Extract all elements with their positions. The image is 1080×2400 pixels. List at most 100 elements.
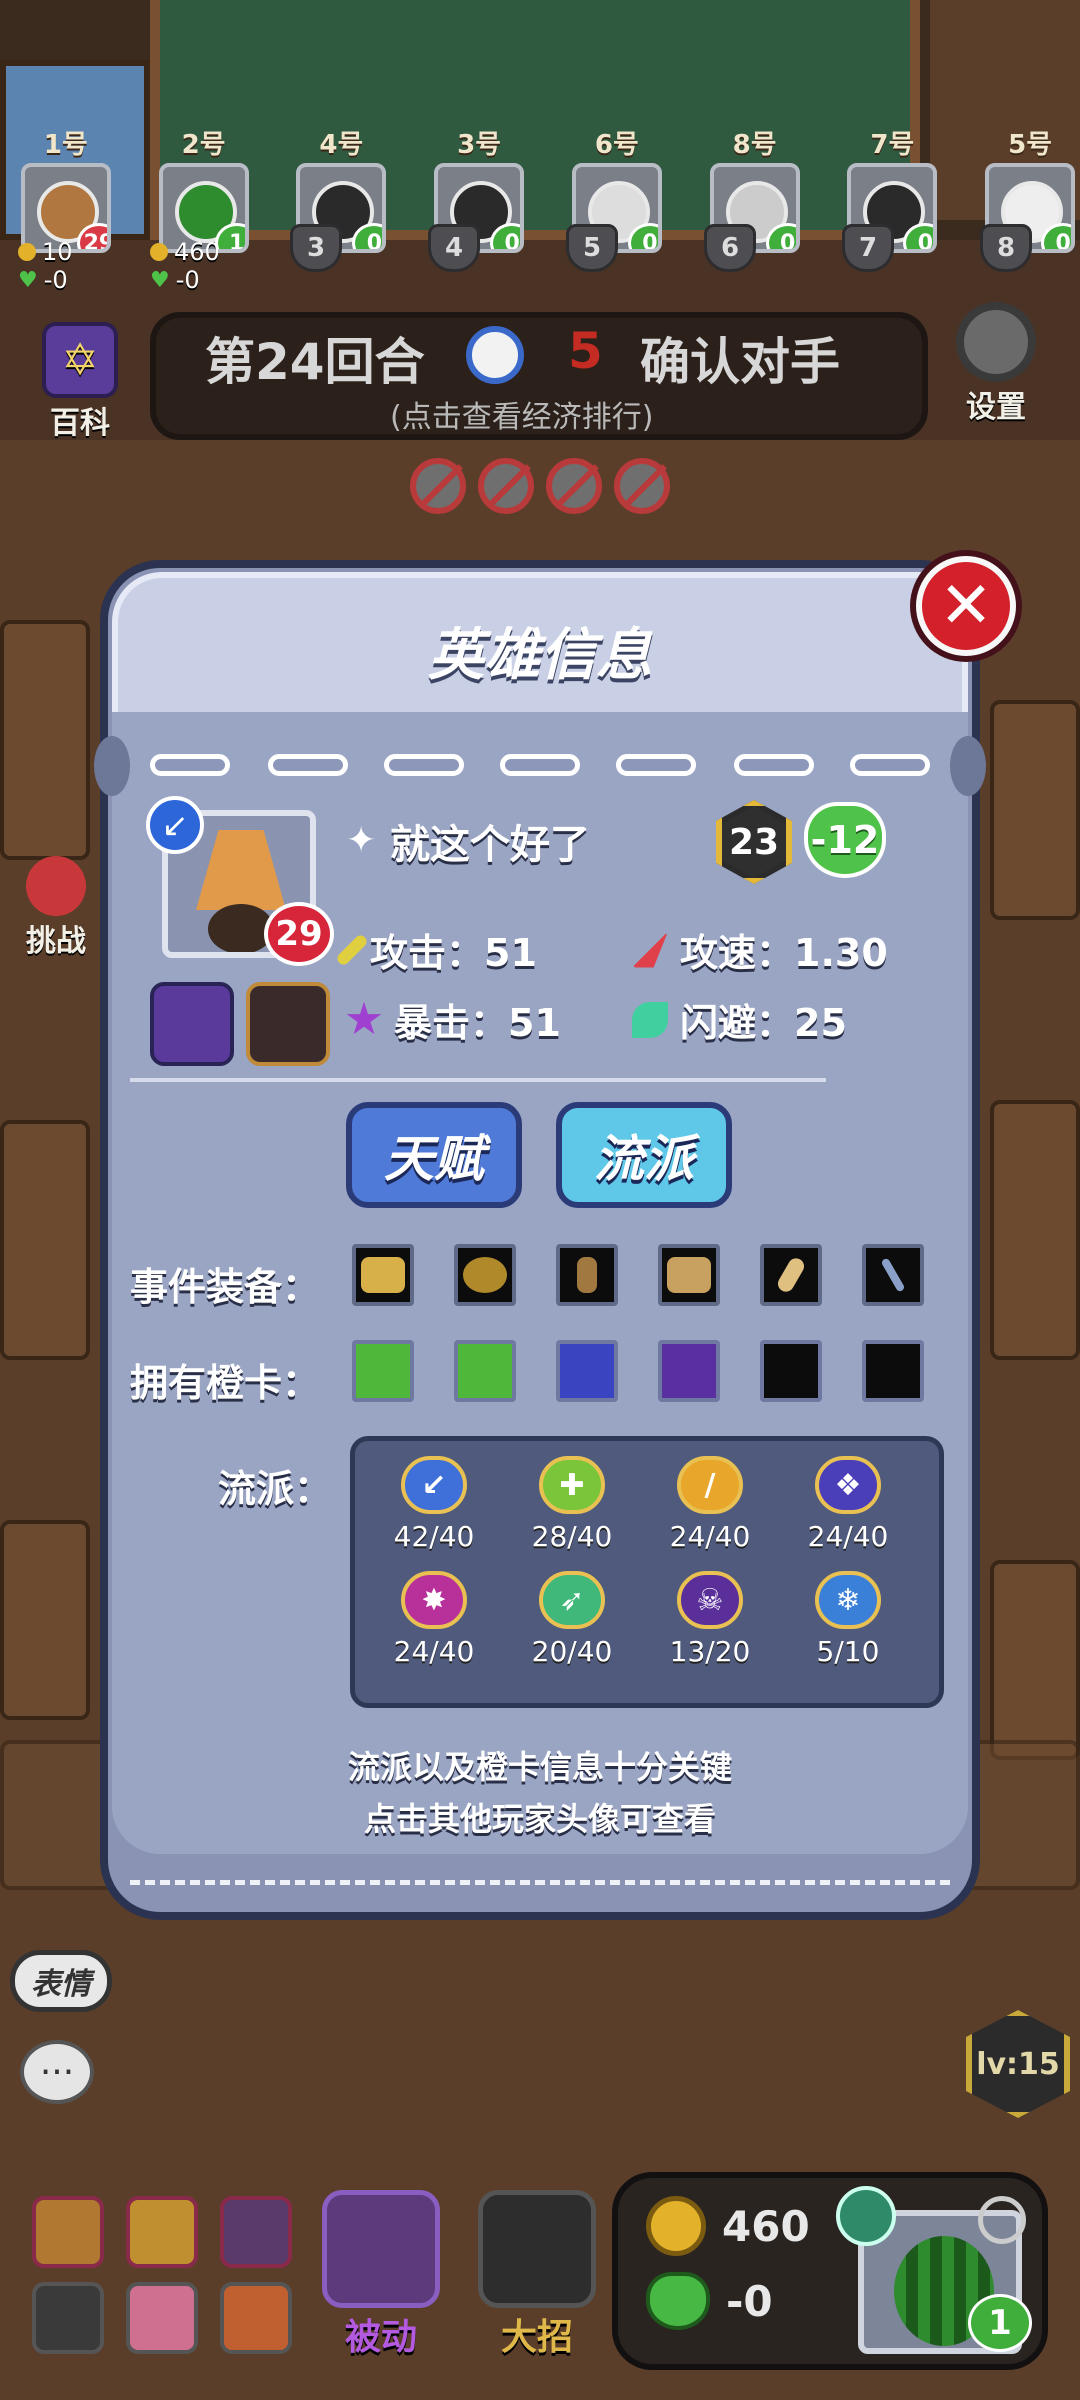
faction-item[interactable]: ↙ 42/40 (374, 1456, 494, 1553)
emote-button[interactable]: 表情 (10, 1950, 112, 2012)
orange-card-slot[interactable] (454, 1340, 516, 1402)
faction-value: 42/40 (393, 1520, 475, 1553)
hero-name: 就这个好了 (390, 822, 590, 868)
attack-speed-value: 攻速：1.30 (680, 931, 888, 975)
faction-icon: ✚ (539, 1456, 605, 1514)
equipment-slot[interactable] (454, 1244, 516, 1306)
modal-divider (130, 1078, 826, 1082)
modal-bottom-dashes (130, 1880, 950, 1890)
heart-icon: ♥ (18, 267, 38, 293)
divider-dash (150, 754, 230, 776)
equipment-slot[interactable] (556, 1244, 618, 1306)
hp-change: -12 (804, 802, 886, 878)
player-number: 7号 (870, 130, 915, 160)
crit-value: 暴击：51 (394, 1001, 561, 1045)
rank-shield: 5 (566, 224, 618, 272)
close-button[interactable]: ✕ (916, 556, 1016, 656)
faction-icon: ☠ (677, 1571, 743, 1629)
faction-item[interactable]: ✚ 28/40 (512, 1456, 632, 1553)
banned-icon (546, 458, 602, 514)
stat-dodge: 闪避：25 (632, 992, 847, 1047)
faction-item[interactable]: ❖ 24/40 (788, 1456, 908, 1553)
passive-label: 被动 (344, 2317, 417, 2358)
passive-button[interactable]: 被动 (322, 2190, 440, 2360)
drink-icon[interactable] (32, 2282, 104, 2354)
my-hp: 1 (968, 2294, 1032, 2352)
player-number: 8号 (732, 130, 777, 160)
desk-left-2 (0, 1120, 90, 1360)
dodge-badge-icon (836, 2186, 896, 2246)
crit-icon (346, 1001, 382, 1035)
challenge-button[interactable]: 挑战 (6, 856, 106, 960)
ultimate-button[interactable]: 大招 (478, 2190, 596, 2360)
equipment-slot[interactable] (862, 1244, 924, 1306)
ultimate-skill-icon (478, 2190, 596, 2308)
wiki-button[interactable]: ✡ 百科 (30, 322, 130, 442)
faction-item[interactable]: ❄ 5/10 (788, 1571, 908, 1668)
round-countdown: 5 (568, 322, 603, 380)
equipment-slot[interactable] (658, 1244, 720, 1306)
faction-item[interactable]: ➶ 20/40 (512, 1571, 632, 1668)
desk-right-2 (990, 1100, 1080, 1360)
event-equipment-row (352, 1244, 924, 1306)
faction-value: 13/20 (669, 1635, 751, 1668)
faction-value: 24/40 (807, 1520, 889, 1553)
round-action: 确认对手 (640, 333, 840, 391)
equipment-slot[interactable] (352, 1244, 414, 1306)
heart-icon: ♥ (150, 267, 170, 293)
crown-icon[interactable] (126, 2196, 198, 2268)
banned-icon (478, 458, 534, 514)
skill-icon[interactable] (150, 982, 234, 1066)
stat-attack: 攻击：51 (335, 922, 537, 977)
faction-icon: ❖ (815, 1456, 881, 1514)
equipment-slot[interactable] (760, 1244, 822, 1306)
hat-icon[interactable] (126, 2282, 198, 2354)
orange-card-row (352, 1340, 924, 1402)
player-stats-2: 460 ♥ -0 (150, 238, 220, 294)
orange-card-slot[interactable] (352, 1340, 414, 1402)
chat-button[interactable]: ··· (20, 2040, 94, 2104)
desk-right-1 (990, 700, 1080, 920)
search-icon[interactable] (978, 2196, 1026, 2244)
orange-card-slot[interactable] (658, 1340, 720, 1402)
orange-card-slot[interactable] (862, 1340, 924, 1402)
dodge-icon (632, 1001, 668, 1038)
coin-icon (18, 243, 36, 261)
sparkle-icon: ✦ (346, 820, 377, 861)
orange-card-slot[interactable] (760, 1340, 822, 1402)
skill-icon[interactable] (246, 982, 330, 1066)
attack-value: 攻击：51 (370, 931, 537, 975)
divider-dash (500, 754, 580, 776)
speed-icon (632, 931, 668, 968)
faction-item[interactable]: ☠ 13/20 (650, 1571, 770, 1668)
player-slot[interactable]: 2号 1 (156, 124, 252, 253)
party-icon[interactable] (220, 2196, 292, 2268)
leather-icon[interactable] (220, 2282, 292, 2354)
player-slot[interactable]: 1号 29 (18, 124, 114, 253)
dodge-value: 闪避：25 (680, 1001, 847, 1045)
tab-talent[interactable]: 天赋 (346, 1102, 522, 1208)
faction-item[interactable]: / 24/40 (650, 1456, 770, 1553)
modal-notch-right (950, 736, 986, 796)
heart-icon (646, 2272, 710, 2330)
economy-ranking-link[interactable]: (点击查看经济排行) (390, 392, 653, 436)
settings-button[interactable]: 设置 (946, 302, 1046, 426)
item-grid (32, 2196, 300, 2354)
gift-icon[interactable] (32, 2196, 104, 2268)
divider-dash (734, 754, 814, 776)
faction-icon: ↙ (401, 1456, 467, 1514)
hero-hp: 29 (264, 902, 334, 966)
faction-value: 5/10 (816, 1635, 880, 1668)
divider-dash (268, 754, 348, 776)
faction-value: 24/40 (393, 1635, 475, 1668)
player-delta: -0 (175, 266, 200, 294)
gold-value: 460 (722, 2201, 810, 2251)
player-number: 4号 (319, 130, 364, 160)
event-equipment-label: 事件装备： (130, 1265, 321, 1309)
tip-line-1: 流派以及橙卡信息十分关键 (347, 1748, 732, 1786)
tab-faction[interactable]: 流派 (556, 1102, 732, 1208)
book-icon: ✡ (42, 322, 118, 398)
orange-card-slot[interactable] (556, 1340, 618, 1402)
player-number: 6号 (594, 130, 639, 160)
faction-item[interactable]: ✸ 24/40 (374, 1571, 494, 1668)
